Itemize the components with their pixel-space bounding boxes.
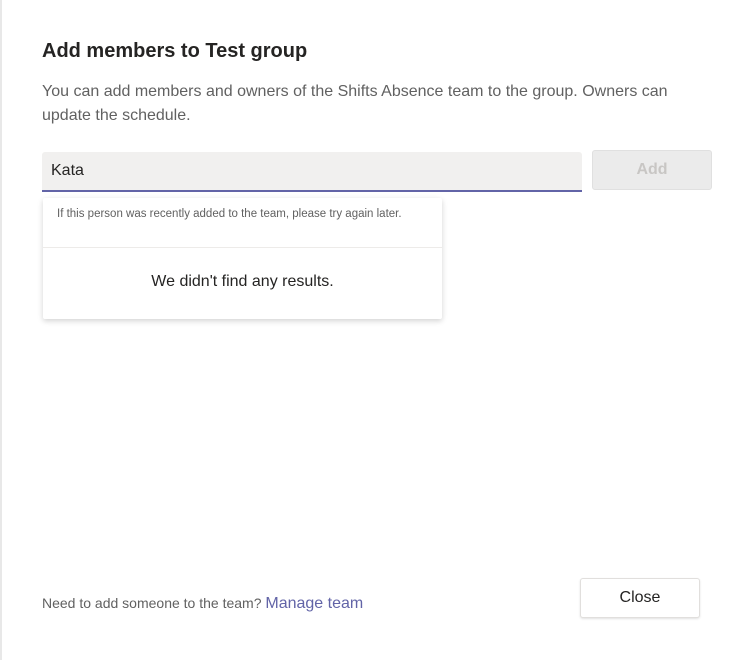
recent-add-hint: If this person was recently added to the…	[43, 198, 442, 248]
no-results-message: We didn't find any results.	[151, 273, 334, 290]
dialog-description: You can add members and owners of the Sh…	[42, 83, 668, 124]
search-results-dropdown: If this person was recently added to the…	[43, 198, 442, 319]
manage-team-link[interactable]: Manage team	[265, 595, 363, 612]
member-search-field[interactable]	[42, 152, 582, 192]
footer-prompt: Need to add someone to the team? Manage …	[42, 595, 363, 613]
close-button[interactable]: Close	[580, 578, 700, 618]
dialog-title: Add members to Test group	[42, 40, 308, 62]
footer-prompt-text: Need to add someone to the team?	[42, 595, 262, 611]
add-button[interactable]: Add	[592, 150, 712, 190]
member-search-input[interactable]	[42, 152, 582, 190]
window-edge	[0, 0, 2, 660]
